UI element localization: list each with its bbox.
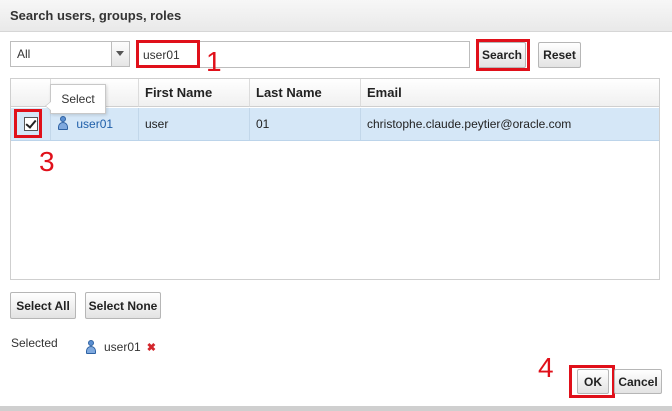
- selected-item: user01 ✖: [86, 339, 156, 355]
- table-row[interactable]: user01 user 01 christophe.claude.peytier…: [11, 108, 659, 141]
- annotation-box-checkbox: [14, 109, 42, 138]
- annotation-number-4: 4: [538, 352, 554, 383]
- row-user-link[interactable]: user01: [76, 117, 113, 131]
- dialog-bottom-edge: [0, 406, 672, 411]
- select-all-button[interactable]: Select All: [10, 292, 76, 319]
- annotation-box-ok-button: [569, 365, 615, 398]
- row-last-name: 01: [250, 108, 361, 140]
- user-icon: [58, 116, 68, 130]
- search-type-select[interactable]: All: [10, 41, 130, 67]
- select-none-button[interactable]: Select None: [85, 292, 161, 319]
- dialog-title: Search users, groups, roles: [10, 8, 182, 23]
- search-type-value: All: [17, 47, 31, 61]
- selected-item-name: user01: [104, 340, 141, 354]
- column-header-last-name[interactable]: Last Name: [250, 79, 361, 107]
- annotation-box-search-button: [476, 39, 530, 71]
- row-email: christophe.claude.peytier@oracle.com: [367, 117, 572, 131]
- row-first-name: user: [139, 108, 250, 140]
- user-icon: [86, 340, 96, 354]
- annotation-box-search-input: [136, 40, 200, 68]
- reset-button[interactable]: Reset: [538, 42, 581, 68]
- results-table: First Name Last Name Email user01 user 0…: [10, 78, 660, 280]
- selected-label: Selected: [11, 336, 58, 350]
- select-tooltip: Select: [45, 84, 106, 114]
- column-header-email[interactable]: Email: [361, 79, 659, 107]
- column-header-first-name[interactable]: First Name: [139, 79, 250, 107]
- cancel-button[interactable]: Cancel: [614, 369, 662, 394]
- remove-icon[interactable]: ✖: [147, 341, 156, 354]
- annotation-number-3: 3: [39, 146, 55, 177]
- annotation-number-1: 1: [206, 46, 222, 77]
- chevron-down-icon[interactable]: [111, 42, 129, 66]
